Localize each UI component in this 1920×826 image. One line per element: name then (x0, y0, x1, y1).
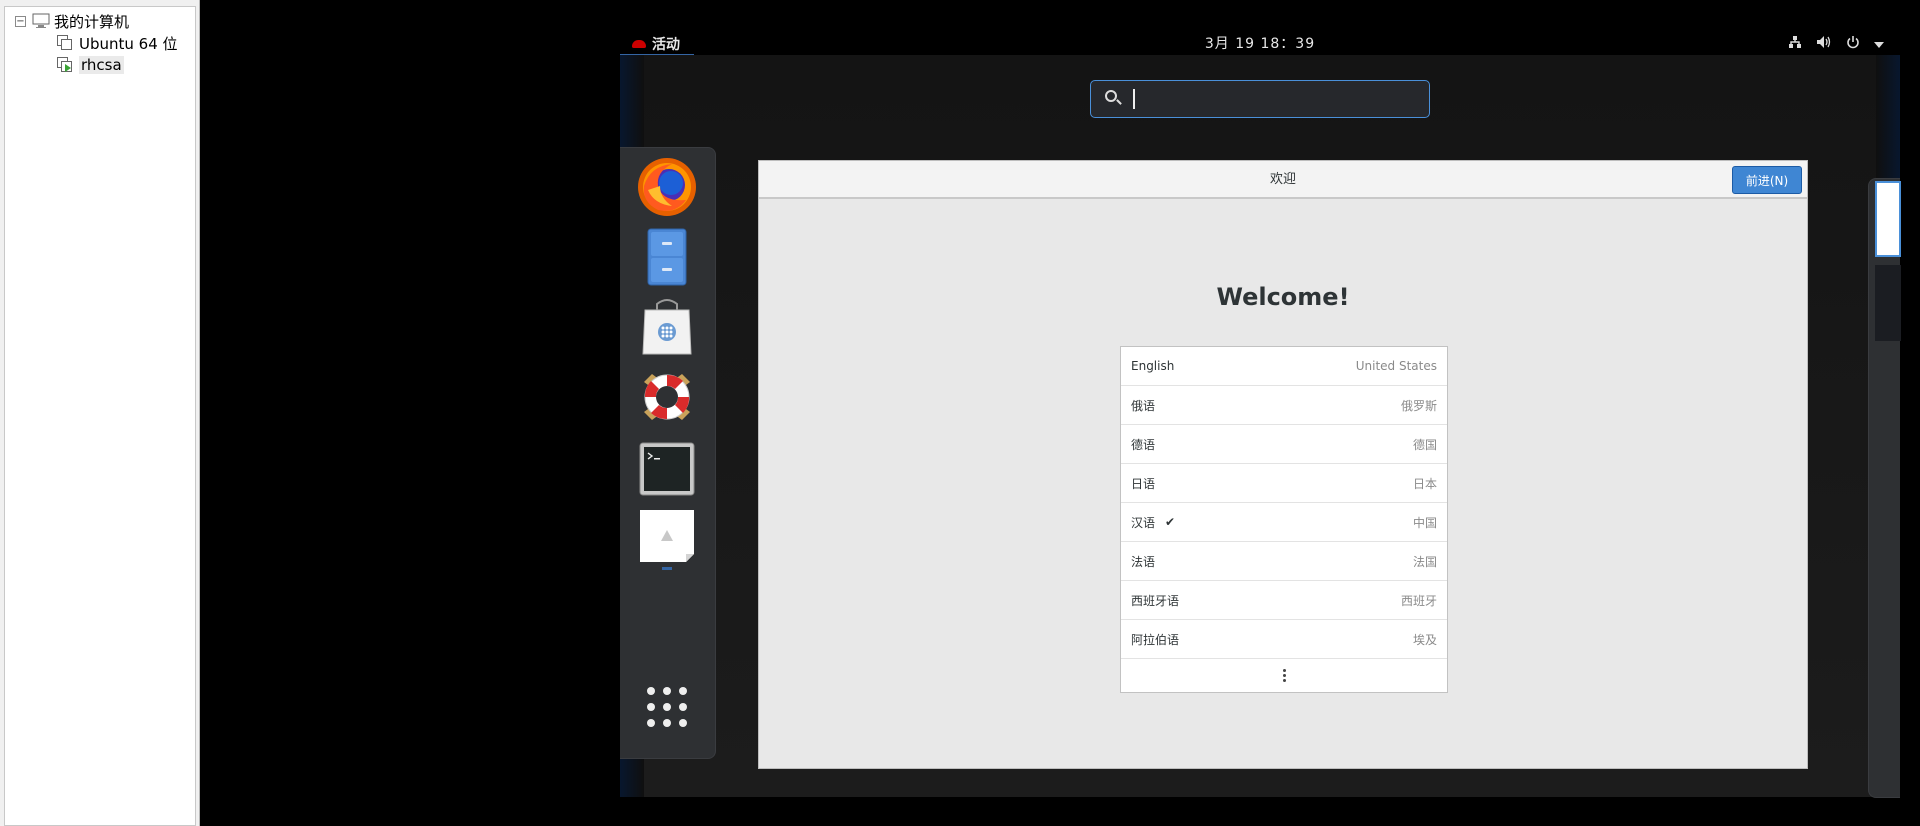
language-region: 日本 (1412, 476, 1437, 491)
language-row-spanish[interactable]: 西班牙语 西班牙 (1121, 581, 1447, 620)
language-region: 法国 (1412, 554, 1437, 569)
vm-item-ubuntu[interactable]: Ubuntu 64 位 (57, 32, 178, 54)
language-region: United States (1355, 359, 1437, 373)
language-region: 中国 (1412, 515, 1437, 530)
help-icon (638, 368, 696, 430)
next-button[interactable]: 前进(N) (1732, 166, 1802, 194)
text-cursor (1133, 89, 1135, 109)
dash-item-help[interactable] (634, 366, 700, 432)
language-row-english[interactable]: English United States (1121, 347, 1447, 386)
tree-root-label: 我的计算机 (54, 12, 130, 31)
vm-stopped-icon (57, 35, 73, 51)
collapse-toggle-icon[interactable]: − (15, 15, 26, 27)
show-applications-icon (645, 685, 689, 733)
language-region: 俄罗斯 (1400, 398, 1437, 413)
dash-item-files[interactable] (634, 226, 700, 292)
search-icon (1105, 90, 1117, 102)
language-region: 埃及 (1412, 632, 1437, 647)
language-name: 日语 (1131, 476, 1156, 491)
vm-item-rhcsa[interactable]: rhcsa (57, 54, 124, 76)
vm-console[interactable]: 活动 3月 19 18：39 欢迎 前进(N) Welcome! English… (200, 0, 1920, 826)
volume-icon[interactable] (1816, 35, 1832, 53)
software-icon (641, 298, 693, 360)
dash-item-show-apps[interactable] (634, 676, 700, 742)
language-name: 汉语 (1131, 515, 1156, 530)
initial-setup-window[interactable]: 欢迎 前进(N) Welcome! English United States … (758, 160, 1808, 769)
chevron-down-icon[interactable] (1874, 37, 1884, 52)
workspace-thumbnail-2[interactable] (1875, 265, 1901, 341)
workspace-switcher (1868, 178, 1901, 798)
clock[interactable]: 3月 19 18：39 (620, 33, 1900, 55)
language-region: 德国 (1412, 437, 1437, 452)
power-icon[interactable] (1846, 35, 1860, 53)
language-name: English (1131, 359, 1175, 373)
firefox-icon (636, 156, 698, 222)
network-icon[interactable] (1788, 35, 1802, 53)
terminal-icon (639, 442, 695, 500)
language-row-arabic[interactable]: 阿拉伯语 埃及 (1121, 620, 1447, 659)
more-languages-button[interactable] (1121, 659, 1447, 692)
dash (620, 147, 716, 759)
language-row-chinese[interactable]: 汉语 ✔ 中国 (1121, 503, 1447, 542)
language-row-russian[interactable]: 俄语 俄罗斯 (1121, 386, 1447, 425)
dash-item-welcome[interactable] (634, 508, 700, 574)
dash-item-firefox[interactable] (634, 156, 700, 222)
tree-root-my-computer[interactable]: − 我的计算机 (15, 10, 129, 32)
gnome-top-bar: 活动 3月 19 18：39 (620, 33, 1900, 56)
vm-library-tree: − 我的计算机 Ubuntu 64 位 rhcsa (4, 6, 196, 826)
vm-item-label: rhcsa (79, 56, 124, 74)
language-region: 西班牙 (1400, 593, 1437, 608)
language-name: 德语 (1131, 437, 1156, 452)
overview-search[interactable] (1090, 80, 1430, 118)
language-row-french[interactable]: 法语 法国 (1121, 542, 1447, 581)
more-vertical-icon (1282, 669, 1286, 682)
language-name: 阿拉伯语 (1131, 632, 1180, 647)
vm-item-label: Ubuntu 64 位 (79, 34, 178, 53)
dash-item-software[interactable] (634, 296, 700, 362)
language-name: 法语 (1131, 554, 1156, 569)
files-icon (647, 228, 687, 290)
checkmark-icon: ✔ (1165, 515, 1176, 529)
search-input[interactable] (1139, 87, 1419, 111)
language-name: 俄语 (1131, 398, 1156, 413)
guest-screen[interactable]: 活动 3月 19 18：39 欢迎 前进(N) Welcome! English… (620, 33, 1901, 798)
dash-item-terminal[interactable] (634, 438, 700, 504)
language-list: English United States 俄语 俄罗斯 德语 德国 日语 日本 (1120, 346, 1448, 693)
vm-library-panel: − 我的计算机 Ubuntu 64 位 rhcsa (0, 0, 200, 826)
window-title: 欢迎 (1269, 172, 1296, 187)
window-header: 欢迎 前进(N) (759, 161, 1807, 199)
workspace-thumbnail-1[interactable] (1875, 181, 1901, 257)
language-row-japanese[interactable]: 日语 日本 (1121, 464, 1447, 503)
computer-icon (32, 13, 50, 29)
welcome-app-icon (638, 508, 696, 574)
activities-overview: 欢迎 前进(N) Welcome! English United States … (620, 55, 1901, 798)
language-name: 西班牙语 (1131, 593, 1180, 608)
language-row-german[interactable]: 德语 德国 (1121, 425, 1447, 464)
welcome-heading: Welcome! (1216, 283, 1350, 311)
system-tray[interactable] (1788, 33, 1884, 55)
vm-running-icon (57, 57, 73, 73)
